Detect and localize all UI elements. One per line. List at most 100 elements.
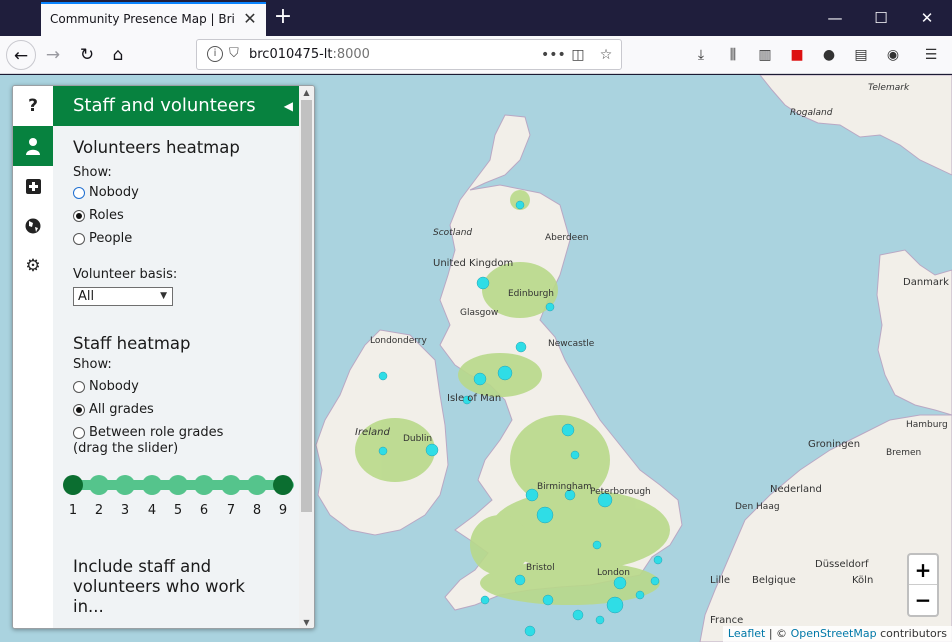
label-belgique: Belgique	[752, 575, 796, 586]
staff-radio-all-grades[interactable]: All grades	[73, 400, 293, 423]
label-dusseldorf: Düsseldorf	[815, 559, 869, 570]
heat-point	[635, 590, 645, 600]
label-bristol: Bristol	[526, 563, 555, 573]
close-tab-icon[interactable]: ✕	[241, 10, 259, 28]
password-manager-icon[interactable]: ●	[818, 44, 840, 66]
heat-point	[536, 506, 554, 524]
forward-icon[interactable]: →	[38, 40, 68, 70]
radio-label: Nobody	[89, 379, 139, 394]
label-hamburg: Hamburg	[906, 420, 948, 430]
drag-slider-hint: (drag the slider)	[73, 441, 179, 456]
account-icon[interactable]: ◉	[882, 44, 904, 66]
heat-point	[592, 540, 602, 550]
library-icon[interactable]: ⫼	[722, 44, 744, 66]
extension-red-icon[interactable]: ■	[786, 44, 808, 66]
staff-show-label: Show:	[73, 357, 112, 372]
back-icon[interactable]: ←	[6, 40, 36, 70]
volunteer-radio-people[interactable]: People	[73, 229, 293, 252]
chevron-down-icon: ▼	[160, 291, 167, 301]
radio-label: Nobody	[89, 185, 139, 200]
label-isle-of-man: Isle of Man	[447, 393, 501, 404]
heat-point	[650, 576, 660, 586]
scroll-down-icon[interactable]: ▼	[299, 616, 314, 628]
person-icon[interactable]	[13, 126, 53, 166]
grade-range-slider[interactable]	[63, 473, 294, 497]
label-peterborough: Peterborough	[590, 487, 651, 497]
staff-radio-between-grades[interactable]: Between role grades	[73, 423, 293, 441]
label-france: France	[710, 615, 743, 626]
new-tab-icon[interactable]: +	[272, 6, 294, 28]
maximize-icon[interactable]: ☐	[869, 6, 893, 30]
slider-stop[interactable]	[115, 475, 135, 495]
reload-icon[interactable]: ↻	[72, 40, 102, 70]
grade-tick: 6	[199, 503, 209, 518]
sidebar-title: Staff and volunteers	[73, 95, 256, 116]
browser-titlebar: Community Presence Map | British ✕ + — ☐…	[0, 0, 952, 36]
bookmark-star-icon[interactable]: ☆	[595, 44, 617, 66]
shield-icon[interactable]: ⛉	[229, 45, 243, 62]
window-close-icon[interactable]: ✕	[915, 6, 939, 30]
slider-stop[interactable]	[221, 475, 241, 495]
plus-square-icon[interactable]	[13, 166, 53, 206]
pocket-icon[interactable]: ◫	[567, 44, 589, 66]
slider-handle-max[interactable]	[273, 475, 293, 495]
attribution-separator: | ©	[768, 627, 791, 640]
slider-handle-min[interactable]	[63, 475, 83, 495]
staff-radio-nobody[interactable]: Nobody	[73, 377, 293, 400]
zoom-out-button[interactable]: −	[909, 585, 937, 615]
minimize-icon[interactable]: —	[823, 6, 847, 30]
scroll-up-icon[interactable]: ▲	[299, 86, 314, 100]
radio-circle[interactable]	[73, 381, 85, 393]
label-dublin: Dublin	[403, 434, 432, 444]
grade-tick: 8	[252, 503, 262, 518]
globe-icon[interactable]	[13, 206, 53, 246]
radio-circle[interactable]	[73, 427, 85, 439]
volunteer-radio-roles[interactable]: Roles	[73, 206, 293, 229]
reader-extension-icon[interactable]: ▤	[850, 44, 872, 66]
sidebar-icon[interactable]: ▥	[754, 44, 776, 66]
radio-label: All grades	[89, 402, 154, 417]
sidebar-scrollbar[interactable]: ▲ ▼	[299, 86, 314, 628]
info-icon[interactable]: i	[207, 46, 223, 62]
radio-circle[interactable]	[73, 187, 85, 199]
slider-stop[interactable]	[194, 475, 214, 495]
slider-stop[interactable]	[247, 475, 267, 495]
label-rogaland: Rogaland	[790, 108, 833, 118]
volunteer-radio-nobody[interactable]: Nobody	[73, 183, 293, 206]
radio-circle[interactable]	[73, 404, 85, 416]
page-actions-icon[interactable]: •••	[541, 44, 566, 66]
gear-icon[interactable]: ⚙	[13, 246, 53, 286]
url-text[interactable]: brc010475-lt:8000	[249, 47, 370, 62]
collapse-caret-icon[interactable]: ◀	[284, 86, 293, 126]
heat-point	[545, 302, 555, 312]
url-bar[interactable]: i ⛉ brc010475-lt:8000 ••• ◫ ☆	[196, 39, 622, 70]
radio-circle[interactable]	[73, 210, 85, 222]
browser-tab[interactable]: Community Presence Map | British ✕	[41, 2, 266, 36]
grade-tick: 9	[278, 503, 288, 518]
volunteer-basis-select[interactable]: All ▼	[73, 287, 173, 306]
heat-point	[515, 341, 527, 353]
slider-stop[interactable]	[168, 475, 188, 495]
sidebar-pane: Staff and volunteers ◀ Volunteers heatma…	[53, 86, 299, 628]
zoom-control: + −	[907, 553, 939, 617]
slider-stop[interactable]	[89, 475, 109, 495]
downloads-icon[interactable]: ⤓	[690, 44, 712, 66]
heat-point	[653, 555, 663, 565]
zoom-in-button[interactable]: +	[909, 555, 937, 585]
sidebar-tabs: ? ⚙	[13, 86, 53, 628]
label-united-kingdom: United Kingdom	[433, 258, 513, 269]
home-icon[interactable]: ⌂	[103, 40, 133, 70]
label-londonderry: Londonderry	[370, 336, 427, 346]
scroll-thumb[interactable]	[301, 100, 312, 512]
osm-link[interactable]: OpenStreetMap	[791, 627, 877, 640]
radio-circle[interactable]	[73, 233, 85, 245]
slider-stop[interactable]	[142, 475, 162, 495]
leaflet-link[interactable]: Leaflet	[728, 627, 765, 640]
grade-tick: 7	[226, 503, 236, 518]
help-icon[interactable]: ?	[13, 86, 53, 126]
menu-icon[interactable]: ☰	[920, 44, 942, 66]
label-groningen: Groningen	[808, 439, 860, 450]
heat-point	[378, 371, 388, 381]
area-wales	[470, 515, 530, 575]
label-lille: Lille	[710, 575, 730, 586]
